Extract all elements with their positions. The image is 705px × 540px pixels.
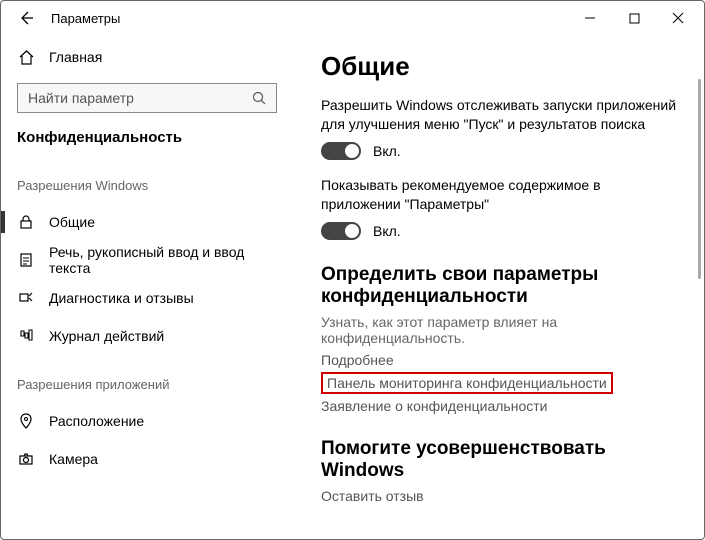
sidebar-item-speech[interactable]: Речь, рукописный ввод и ввод текста — [1, 241, 293, 279]
scrollbar-thumb[interactable] — [698, 79, 701, 279]
camera-icon — [17, 450, 35, 468]
section-heading-improve-windows: Помогите усовершенствовать Windows — [321, 438, 682, 482]
location-icon — [17, 412, 35, 430]
sidebar-item-diagnostics[interactable]: Диагностика и отзывы — [1, 279, 293, 317]
page-title: Общие — [321, 51, 682, 82]
back-button[interactable] — [13, 5, 39, 31]
sidebar-item-label: Диагностика и отзывы — [49, 290, 194, 306]
section-description: Узнать, как этот параметр влияет на конф… — [321, 314, 682, 346]
sidebar-item-camera[interactable]: Камера — [1, 440, 293, 478]
window-controls — [568, 3, 700, 33]
minimize-button[interactable] — [568, 3, 612, 33]
link-privacy-dashboard[interactable]: Панель мониторинга конфиденциальности — [321, 372, 613, 394]
toggle-state-label: Вкл. — [373, 223, 401, 239]
sidebar-group-permissions-windows: Разрешения Windows — [1, 156, 293, 203]
setting-description: Показывать рекомендуемое содержимое в пр… — [321, 176, 682, 214]
sidebar-item-label: Журнал действий — [49, 328, 164, 344]
sidebar-item-label: Расположение — [49, 413, 144, 429]
toggle-row-suggested-content: Вкл. — [321, 222, 682, 240]
close-button[interactable] — [656, 3, 700, 33]
sidebar-item-label: Главная — [49, 49, 102, 65]
sidebar-item-label: Общие — [49, 214, 95, 230]
search-icon — [250, 89, 268, 107]
link-give-feedback[interactable]: Оставить отзыв — [321, 488, 682, 504]
activity-icon — [17, 327, 35, 345]
sidebar-section-title: Конфиденциальность — [1, 123, 293, 156]
sidebar-item-label: Камера — [49, 451, 98, 467]
titlebar: Параметры — [1, 1, 704, 35]
toggle-state-label: Вкл. — [373, 143, 401, 159]
sidebar: Главная Конфиденциальность Разрешения Wi… — [1, 35, 293, 539]
link-learn-more[interactable]: Подробнее — [321, 352, 682, 368]
home-icon — [17, 48, 35, 66]
toggle-row-app-launch-tracking: Вкл. — [321, 142, 682, 160]
search-box[interactable] — [17, 83, 277, 113]
toggle-switch[interactable] — [321, 142, 361, 160]
lock-icon — [17, 213, 35, 231]
sidebar-item-activity[interactable]: Журнал действий — [1, 317, 293, 355]
feedback-icon — [17, 289, 35, 307]
sidebar-item-home[interactable]: Главная — [1, 39, 293, 75]
sidebar-group-permissions-apps: Разрешения приложений — [1, 355, 293, 402]
section-heading-privacy-settings: Определить свои параметры конфиденциальн… — [321, 264, 682, 308]
link-privacy-statement[interactable]: Заявление о конфиденциальности — [321, 398, 682, 414]
sidebar-item-general[interactable]: Общие — [1, 203, 293, 241]
setting-description: Разрешить Windows отслеживать запуски пр… — [321, 96, 682, 134]
sidebar-item-label: Речь, рукописный ввод и ввод текста — [49, 244, 277, 276]
toggle-switch[interactable] — [321, 222, 361, 240]
window-title: Параметры — [51, 11, 120, 26]
content-pane: Общие Разрешить Windows отслеживать запу… — [293, 35, 704, 539]
maximize-button[interactable] — [612, 3, 656, 33]
clipboard-icon — [17, 251, 35, 269]
sidebar-item-location[interactable]: Расположение — [1, 402, 293, 440]
search-input[interactable] — [26, 89, 250, 107]
